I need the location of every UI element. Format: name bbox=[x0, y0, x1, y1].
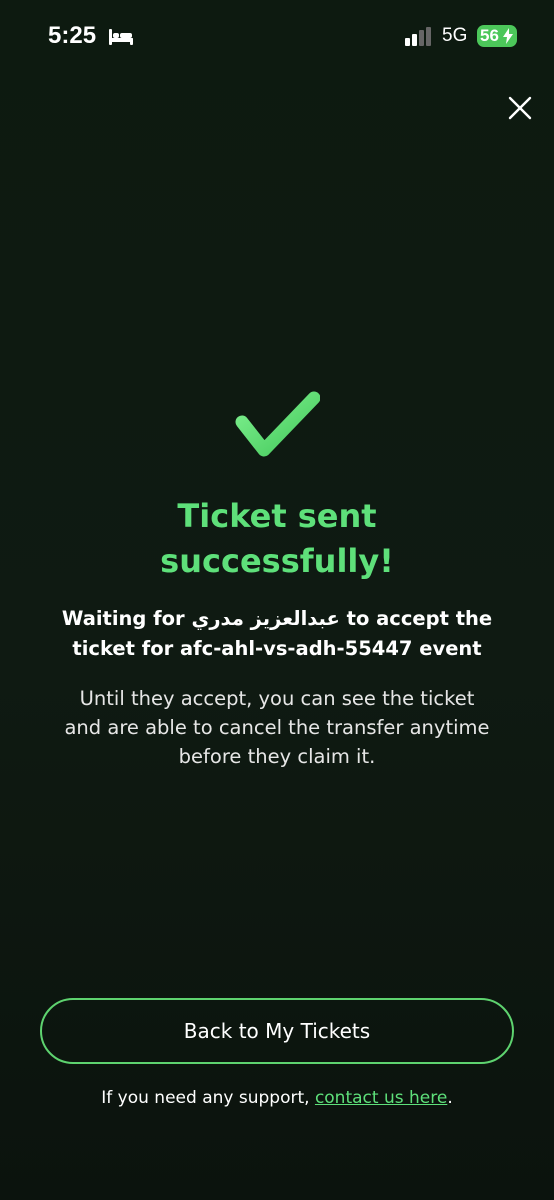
close-icon[interactable] bbox=[500, 88, 540, 128]
close-button[interactable] bbox=[500, 88, 540, 128]
info-line-3: before they claim it. bbox=[178, 745, 376, 768]
status-bar: 5:25 5G 56 bbox=[0, 0, 554, 70]
title-line-1: Ticket sent bbox=[177, 497, 377, 535]
title-line-2: successfully! bbox=[160, 542, 394, 580]
battery-icon: 56 bbox=[477, 25, 517, 47]
signal-icon bbox=[405, 27, 431, 46]
contact-us-link[interactable]: contact us here bbox=[315, 1088, 447, 1108]
checkmark-icon bbox=[235, 391, 320, 457]
info-line-2: and are able to cancel the transfer anyt… bbox=[64, 716, 490, 739]
support-prefix: If you need any support, bbox=[101, 1088, 315, 1108]
bed-icon bbox=[109, 29, 133, 45]
support-suffix: . bbox=[447, 1088, 453, 1108]
back-to-my-tickets-button[interactable]: Back to My Tickets bbox=[40, 998, 514, 1064]
waiting-line-1: Waiting for عبدالعزيز مدري to accept the bbox=[61, 607, 493, 630]
network-label: 5G bbox=[442, 25, 468, 46]
page-title: Ticket sent successfully! bbox=[0, 494, 554, 584]
waiting-message: Waiting for عبدالعزيز مدري to accept the… bbox=[20, 604, 534, 664]
info-message: Until they accept, you can see the ticke… bbox=[20, 684, 534, 771]
info-line-1: Until they accept, you can see the ticke… bbox=[79, 687, 475, 710]
support-text: If you need any support, contact us here… bbox=[0, 1088, 554, 1108]
back-button-label: Back to My Tickets bbox=[183, 1019, 371, 1043]
status-time: 5:25 bbox=[48, 22, 97, 49]
bolt-icon bbox=[503, 28, 513, 44]
battery-level: 56 bbox=[480, 26, 499, 45]
waiting-line-2: ticket for afc-ahl-vs-adh-55447 event bbox=[72, 637, 482, 660]
